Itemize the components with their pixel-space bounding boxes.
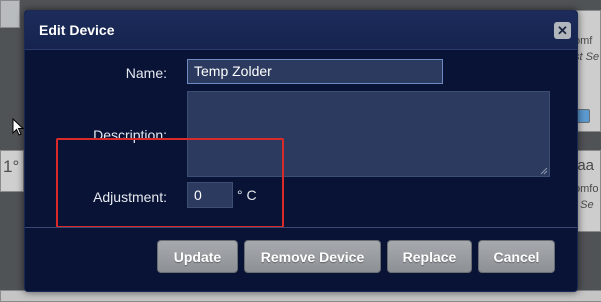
background-temperature: 1°	[3, 157, 20, 176]
close-icon: ✕	[557, 23, 568, 38]
highlight-box	[56, 138, 284, 228]
update-button[interactable]: Update	[157, 240, 238, 273]
edit-device-dialog: Edit Device ✕ Name: Temp Zolder Descript…	[24, 10, 578, 292]
close-button[interactable]: ✕	[554, 22, 571, 39]
name-input[interactable]: Temp Zolder	[187, 59, 443, 84]
dialog-divider	[25, 227, 577, 228]
cancel-button[interactable]: Cancel	[478, 240, 555, 273]
replace-button[interactable]: Replace	[387, 240, 472, 273]
background-panel	[0, 0, 20, 28]
resize-grip-icon[interactable]	[540, 167, 548, 175]
dialog-titlebar: Edit Device ✕	[25, 11, 577, 50]
dialog-title: Edit Device	[39, 22, 115, 38]
remove-device-button[interactable]: Remove Device	[244, 240, 381, 273]
background-panel: 1°	[0, 150, 24, 192]
name-label: Name:	[125, 65, 167, 81]
background-button	[576, 109, 590, 123]
